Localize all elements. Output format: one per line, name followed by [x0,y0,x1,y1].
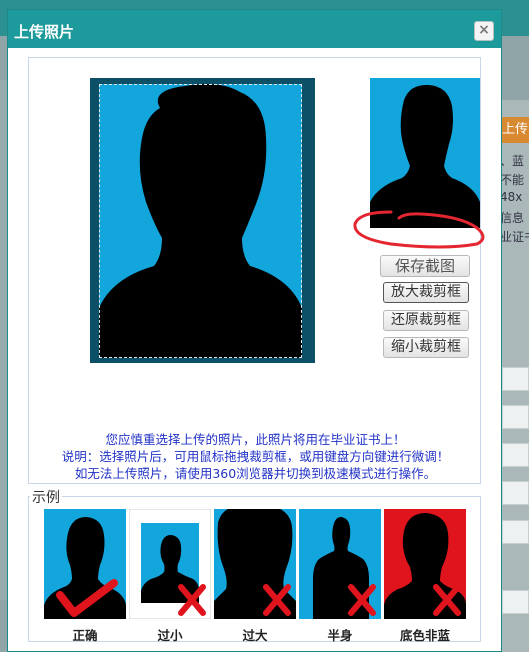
background-text-line: 48x [500,190,523,204]
example-silhouette [129,509,211,619]
background-input [502,520,529,544]
zoom-out-crop-button[interactable]: 缩小裁剪框 [383,337,469,358]
upload-photo-dialog: 上传照片 × 保存截图 放大裁剪框 还原裁剪框 缩小裁剪框 您应慎重选择上传的照… [7,9,502,652]
close-button[interactable]: × [474,21,494,41]
crop-panel: 保存截图 放大裁剪框 还原裁剪框 缩小裁剪框 您应慎重选择上传的照片，此照片将用… [28,57,485,484]
example-photo-non-blue-background [384,509,466,619]
dialog-title-bar[interactable]: 上传照片 × [8,10,501,48]
example-silhouette [214,509,296,619]
background-input [502,443,529,467]
example-label-too-small: 过小 [157,628,183,643]
examples-panel: 示例 正确 过小 过大 半身 底色非蓝 [28,487,481,643]
crop-frame[interactable] [99,84,302,358]
example-label-non-blue-background: 底色非蓝 [399,628,450,643]
background-text-line: 业证书 [500,230,529,244]
background-input [502,367,529,391]
background-upload-tab: 上传 [500,117,529,143]
example-silhouette [299,509,381,619]
background-text-line: 、蓝 [500,154,525,168]
save-crop-button[interactable]: 保存截图 [380,255,470,277]
background-input [502,590,529,614]
example-photo-half-body [299,509,381,619]
annotation-circle [353,210,485,249]
example-label-correct: 正确 [72,628,98,643]
reset-crop-button[interactable]: 还原裁剪框 [383,310,469,331]
examples-legend: 示例 [30,487,62,507]
example-silhouette [384,509,466,619]
background-text-line: 信息 [500,211,525,225]
source-photo[interactable] [90,78,315,363]
example-label-half-body: 半身 [327,628,353,643]
background-text-line: 不能 [500,173,525,187]
example-label-too-large: 过大 [242,628,268,643]
example-silhouette [44,509,126,619]
notice-browser-tip: 如无法上传照片，请使用360浏览器并切换到极速模式进行操作。 [74,466,437,481]
background-input [502,405,529,429]
zoom-in-crop-button[interactable]: 放大裁剪框 [383,282,469,303]
dialog-title: 上传照片 [14,23,75,41]
example-photo-correct [44,509,126,619]
background-input [502,481,529,505]
example-photo-too-large [214,509,296,619]
example-photo-too-small [129,509,211,619]
